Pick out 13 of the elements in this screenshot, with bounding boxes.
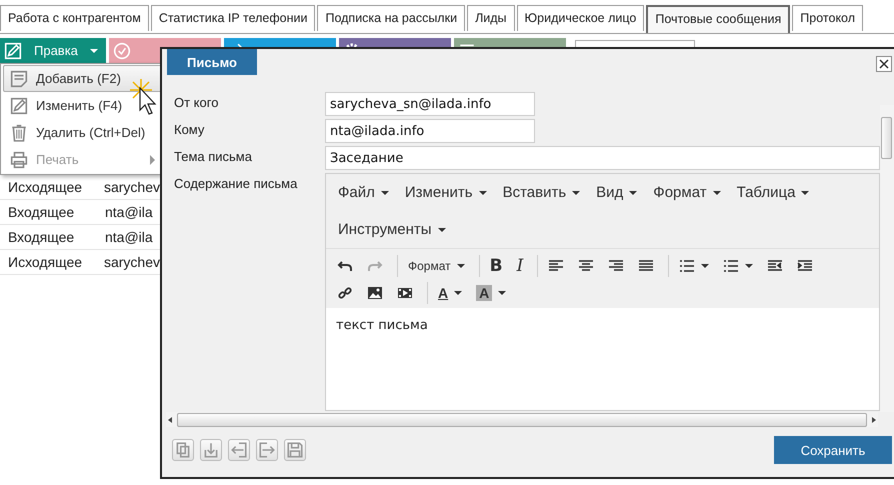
table-cell-text: Входящее: [7, 229, 76, 245]
field-label: Содержание письма: [174, 175, 298, 193]
field-label: Кому: [174, 121, 206, 139]
table-cell-text: Входящее: [7, 204, 76, 220]
table-cell: nta@ila: [105, 204, 153, 220]
field-label: Тема письма: [174, 148, 253, 166]
table-cell: sarychev: [104, 179, 160, 195]
table-cell-text: Исходящее: [7, 179, 84, 195]
field-label: От кого: [174, 94, 220, 112]
table-cell: sarychev: [104, 254, 160, 270]
table-cell-text: Исходящее: [7, 254, 84, 270]
table-cell: nta@ila: [105, 229, 153, 245]
message-text: текст письма: [336, 318, 428, 333]
